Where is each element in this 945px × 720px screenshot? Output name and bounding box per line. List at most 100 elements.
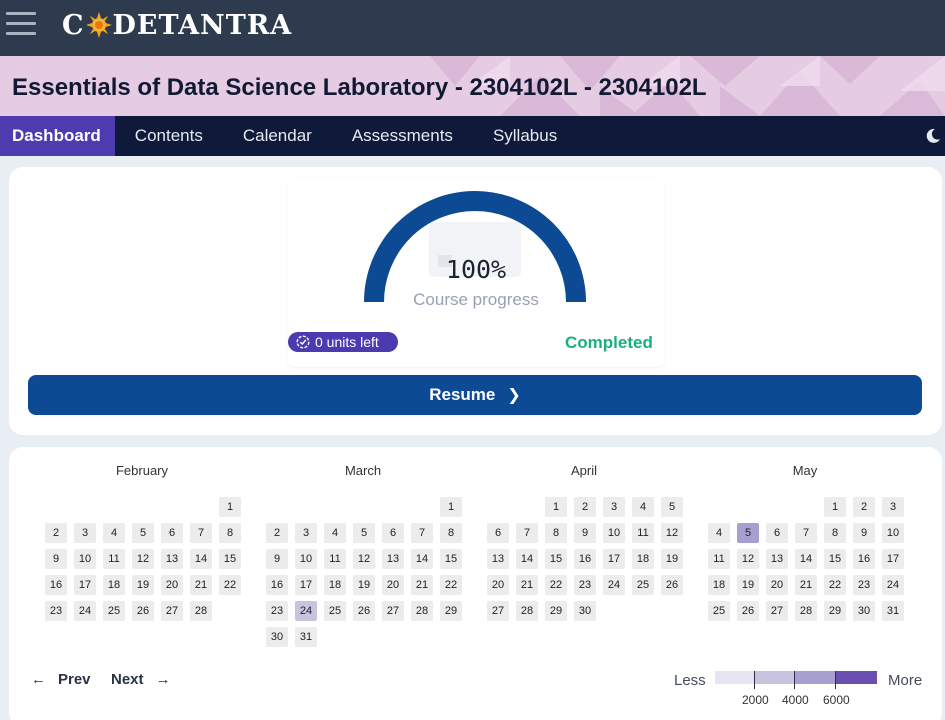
calendar-day[interactable]: 7 [795, 523, 817, 543]
calendar-day[interactable]: 20 [766, 575, 788, 595]
calendar-day[interactable]: 16 [574, 549, 596, 569]
calendar-day[interactable]: 30 [574, 601, 596, 621]
calendar-day[interactable]: 8 [440, 523, 462, 543]
calendar-day[interactable]: 18 [708, 575, 730, 595]
calendar-day[interactable]: 6 [487, 523, 509, 543]
calendar-day[interactable]: 11 [632, 523, 654, 543]
calendar-day[interactable]: 15 [824, 549, 846, 569]
calendar-day[interactable]: 11 [103, 549, 125, 569]
calendar-day[interactable]: 14 [516, 549, 538, 569]
calendar-day[interactable]: 23 [574, 575, 596, 595]
calendar-day[interactable]: 18 [324, 575, 346, 595]
calendar-day[interactable]: 9 [45, 549, 67, 569]
calendar-day[interactable]: 8 [824, 523, 846, 543]
calendar-day[interactable]: 10 [74, 549, 96, 569]
calendar-day[interactable]: 12 [353, 549, 375, 569]
calendar-day[interactable]: 25 [324, 601, 346, 621]
calendar-day[interactable]: 28 [516, 601, 538, 621]
calendar-day[interactable]: 27 [161, 601, 183, 621]
calendar-day[interactable]: 7 [190, 523, 212, 543]
calendar-day[interactable]: 15 [219, 549, 241, 569]
calendar-day[interactable]: 6 [382, 523, 404, 543]
calendar-day[interactable]: 2 [853, 497, 875, 517]
calendar-day[interactable]: 13 [766, 549, 788, 569]
calendar-day[interactable]: 28 [190, 601, 212, 621]
calendar-day[interactable]: 12 [132, 549, 154, 569]
calendar-day[interactable]: 22 [545, 575, 567, 595]
calendar-day[interactable]: 3 [603, 497, 625, 517]
calendar-day[interactable]: 31 [295, 627, 317, 647]
calendar-day[interactable]: 29 [440, 601, 462, 621]
calendar-day[interactable]: 21 [190, 575, 212, 595]
calendar-day[interactable]: 22 [440, 575, 462, 595]
calendar-day[interactable]: 4 [708, 523, 730, 543]
calendar-day[interactable]: 17 [882, 549, 904, 569]
prev-button[interactable]: ← Prev [31, 671, 91, 688]
calendar-day[interactable]: 2 [266, 523, 288, 543]
calendar-day[interactable]: 25 [103, 601, 125, 621]
calendar-day[interactable]: 6 [161, 523, 183, 543]
calendar-day[interactable]: 19 [661, 549, 683, 569]
calendar-day[interactable]: 28 [795, 601, 817, 621]
calendar-day[interactable]: 6 [766, 523, 788, 543]
tab-syllabus[interactable]: Syllabus [473, 116, 577, 156]
calendar-day[interactable]: 26 [353, 601, 375, 621]
tab-contents[interactable]: Contents [115, 116, 223, 156]
calendar-day[interactable]: 27 [766, 601, 788, 621]
calendar-day[interactable]: 16 [266, 575, 288, 595]
calendar-day[interactable]: 22 [219, 575, 241, 595]
calendar-day[interactable]: 24 [603, 575, 625, 595]
calendar-day[interactable]: 4 [324, 523, 346, 543]
calendar-day[interactable]: 1 [545, 497, 567, 517]
calendar-day[interactable]: 10 [882, 523, 904, 543]
calendar-day[interactable]: 24 [882, 575, 904, 595]
calendar-day[interactable]: 21 [795, 575, 817, 595]
calendar-day[interactable]: 11 [708, 549, 730, 569]
calendar-day[interactable]: 30 [853, 601, 875, 621]
calendar-day[interactable]: 29 [545, 601, 567, 621]
calendar-day[interactable]: 5 [737, 523, 759, 543]
calendar-day[interactable]: 8 [219, 523, 241, 543]
calendar-day[interactable]: 23 [45, 601, 67, 621]
calendar-day[interactable]: 5 [661, 497, 683, 517]
calendar-day[interactable]: 30 [266, 627, 288, 647]
calendar-day[interactable]: 25 [708, 601, 730, 621]
calendar-day[interactable]: 2 [574, 497, 596, 517]
calendar-day[interactable]: 18 [103, 575, 125, 595]
calendar-day[interactable]: 3 [882, 497, 904, 517]
calendar-day[interactable]: 7 [411, 523, 433, 543]
calendar-day[interactable]: 4 [103, 523, 125, 543]
calendar-day[interactable]: 13 [487, 549, 509, 569]
calendar-day[interactable]: 20 [382, 575, 404, 595]
calendar-day[interactable]: 9 [574, 523, 596, 543]
calendar-day[interactable]: 21 [411, 575, 433, 595]
next-button[interactable]: Next → [111, 671, 171, 688]
calendar-day[interactable]: 1 [219, 497, 241, 517]
calendar-day[interactable]: 29 [824, 601, 846, 621]
calendar-day[interactable]: 17 [603, 549, 625, 569]
calendar-day[interactable]: 12 [661, 523, 683, 543]
calendar-day[interactable]: 23 [266, 601, 288, 621]
calendar-day[interactable]: 1 [824, 497, 846, 517]
resume-button[interactable]: Resume ❯ [28, 375, 922, 415]
calendar-day[interactable]: 19 [132, 575, 154, 595]
calendar-day[interactable]: 17 [295, 575, 317, 595]
calendar-day[interactable]: 5 [353, 523, 375, 543]
calendar-day[interactable]: 26 [132, 601, 154, 621]
calendar-day[interactable]: 24 [295, 601, 317, 621]
calendar-day[interactable]: 21 [516, 575, 538, 595]
calendar-day[interactable]: 8 [545, 523, 567, 543]
dark-mode-moon-icon[interactable] [925, 128, 941, 144]
calendar-day[interactable]: 7 [516, 523, 538, 543]
calendar-day[interactable]: 13 [161, 549, 183, 569]
calendar-day[interactable]: 9 [853, 523, 875, 543]
menu-icon[interactable] [6, 12, 36, 38]
calendar-day[interactable]: 15 [440, 549, 462, 569]
calendar-day[interactable]: 16 [45, 575, 67, 595]
calendar-day[interactable]: 20 [487, 575, 509, 595]
calendar-day[interactable]: 15 [545, 549, 567, 569]
calendar-day[interactable]: 13 [382, 549, 404, 569]
calendar-day[interactable]: 5 [132, 523, 154, 543]
calendar-day[interactable]: 17 [74, 575, 96, 595]
calendar-day[interactable]: 27 [382, 601, 404, 621]
